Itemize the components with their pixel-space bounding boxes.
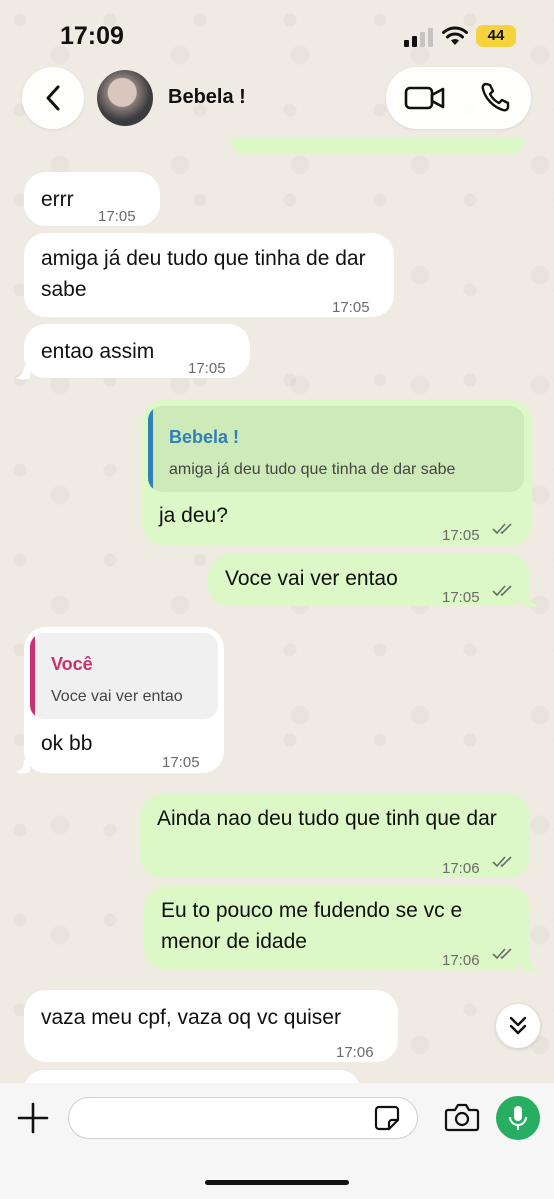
- bubble-tail: [16, 366, 30, 380]
- wifi-icon: [442, 26, 468, 45]
- double-check-icon: [492, 585, 512, 597]
- phone-icon[interactable]: [480, 81, 512, 113]
- quote-text: amiga já deu tudo que tinha de dar sabe: [169, 461, 456, 478]
- message-bubble-partial: [230, 138, 524, 154]
- call-actions: [386, 67, 531, 129]
- contact-avatar[interactable]: [97, 70, 153, 126]
- status-time: 17:09: [60, 22, 124, 50]
- bubble-tail: [524, 958, 538, 972]
- message-time: 17:05: [442, 589, 480, 606]
- sticker-icon[interactable]: [374, 1105, 400, 1131]
- message-text: ja deu?: [159, 504, 228, 527]
- mic-icon: [509, 1106, 527, 1130]
- battery-indicator: 44: [476, 25, 516, 47]
- message-input[interactable]: [68, 1097, 418, 1139]
- message-text: vaza meu cpf, vaza oq vc quiser: [41, 1006, 341, 1029]
- message-text: errr: [41, 188, 74, 211]
- message-time: 17:06: [442, 860, 480, 877]
- camera-icon[interactable]: [444, 1102, 480, 1132]
- message-text: ok bb: [41, 732, 93, 755]
- message-bubble[interactable]: Eu to pouco me fudendo se vc e menor de …: [144, 886, 530, 970]
- status-bar: 17:09 44: [0, 0, 554, 62]
- cellular-signal-icon: [404, 28, 433, 47]
- plus-icon[interactable]: [16, 1101, 50, 1135]
- message-time: 17:05: [442, 527, 480, 544]
- message-bubble[interactable]: Voce vai ver entao 17:05: [208, 554, 530, 606]
- message-bubble[interactable]: Ainda nao deu tudo que tinh que dar 17:0…: [140, 794, 530, 878]
- home-indicator: [205, 1180, 349, 1185]
- quote-accent-bar: [148, 406, 153, 492]
- message-time: 17:05: [188, 360, 226, 377]
- quote-sender: Você: [51, 654, 93, 674]
- message-bubble[interactable]: amiga já deu tudo que tinha de dar sabe …: [24, 233, 394, 317]
- bubble-tail: [16, 760, 30, 774]
- battery-level: 44: [487, 27, 505, 44]
- message-time: 17:05: [332, 299, 370, 316]
- quoted-message[interactable]: Você Voce vai ver entao: [30, 633, 218, 719]
- message-time: 17:06: [442, 952, 480, 969]
- quote-accent-bar: [30, 633, 35, 719]
- message-bubble[interactable]: vaza meu cpf, vaza oq vc quiser 17:06: [24, 990, 398, 1062]
- back-button[interactable]: [22, 67, 84, 129]
- message-time: 17:05: [162, 754, 200, 771]
- double-check-icon: [492, 523, 512, 535]
- video-call-icon[interactable]: [404, 83, 446, 113]
- message-time: 17:05: [98, 208, 136, 225]
- chevron-double-down-icon: [509, 1016, 527, 1035]
- message-bubble[interactable]: errr 17:05: [24, 172, 160, 226]
- message-text: Ainda nao deu tudo que tinh que dar: [157, 807, 497, 830]
- double-check-icon: [492, 948, 512, 960]
- message-bubble[interactable]: entao assim 17:05: [24, 324, 250, 378]
- double-check-icon: [492, 856, 512, 868]
- voice-message-button[interactable]: [496, 1096, 540, 1140]
- quote-text: Voce vai ver entao: [51, 688, 183, 705]
- back-icon: [46, 85, 60, 111]
- message-bubble[interactable]: Você Voce vai ver entao ok bb 17:05: [24, 627, 224, 773]
- message-text: entao assim: [41, 340, 155, 363]
- message-text: Voce vai ver entao: [225, 567, 398, 590]
- quoted-message[interactable]: Bebela ! amiga já deu tudo que tinha de …: [148, 406, 524, 492]
- message-time: 17:06: [336, 1044, 374, 1061]
- contact-name[interactable]: Bebela !: [168, 86, 246, 109]
- bubble-tail: [524, 594, 538, 608]
- scroll-to-bottom-button[interactable]: [496, 1004, 540, 1048]
- quote-sender: Bebela !: [169, 427, 240, 447]
- message-bubble[interactable]: Bebela ! amiga já deu tudo que tinha de …: [142, 400, 532, 546]
